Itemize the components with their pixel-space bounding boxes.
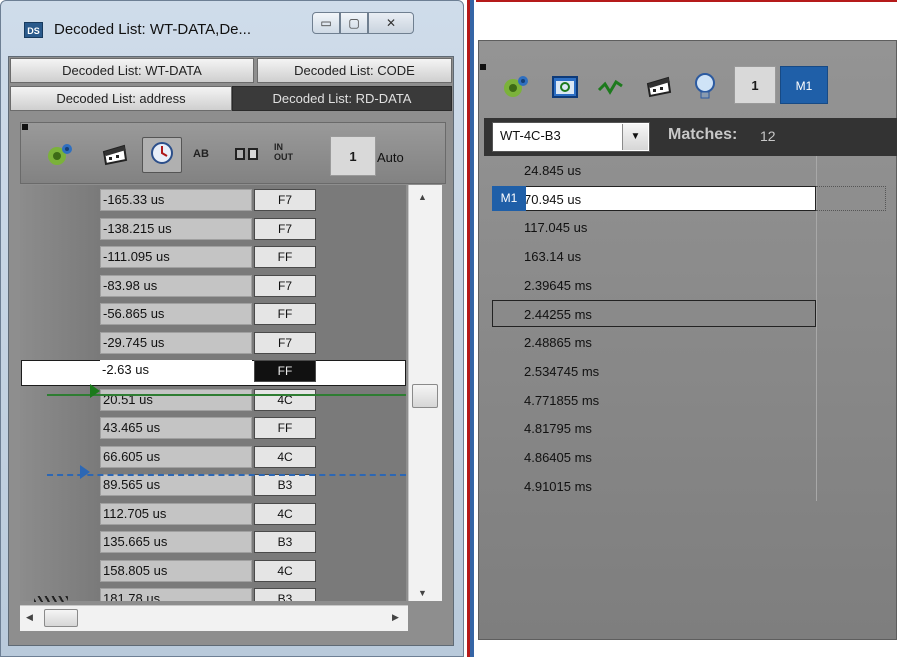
matches-label: Matches:	[668, 126, 738, 143]
row-time[interactable]: -111.095 us	[100, 246, 252, 268]
tab-rd-data[interactable]: Decoded List: RD-DATA	[232, 86, 452, 111]
row-value[interactable]: 4C	[254, 559, 316, 582]
row-time[interactable]: 66.605 us	[100, 445, 252, 468]
row-value[interactable]: FF	[254, 246, 316, 268]
waveform-icon[interactable]	[596, 72, 626, 102]
row-value[interactable]: B3	[254, 531, 316, 553]
cheese-icon[interactable]	[100, 140, 130, 170]
toolbar-grip-icon	[480, 64, 486, 70]
gear-icon[interactable]	[500, 72, 530, 102]
panel-divider-highlight	[470, 0, 474, 657]
vertical-scroll-thumb[interactable]	[412, 384, 438, 408]
horizontal-scrollbar[interactable]	[20, 605, 408, 631]
marker-m1-tag[interactable]: M1	[492, 186, 526, 211]
abcd-icon[interactable]: AB	[193, 148, 209, 160]
match-row[interactable]: 4.86405 ms	[484, 443, 818, 472]
marker-m1-button[interactable]: M1	[780, 66, 828, 104]
trigger-marker-icon[interactable]	[90, 384, 100, 398]
row-value[interactable]: 4C	[254, 445, 316, 468]
row-value[interactable]: B3	[254, 588, 316, 601]
row-time[interactable]: -165.33 us	[100, 189, 252, 211]
oscilloscope-icon[interactable]	[550, 72, 580, 102]
row-time[interactable]: -56.865 us	[100, 303, 252, 325]
marker-row-focus	[816, 186, 886, 211]
cheese-icon[interactable]	[644, 72, 674, 102]
maximize-button[interactable]: ▢	[340, 12, 368, 34]
row-value[interactable]: F7	[254, 274, 316, 297]
cursor-marker-icon[interactable]	[80, 465, 90, 479]
row-value[interactable]: F7	[254, 217, 316, 240]
row-time[interactable]: 135.665 us	[100, 531, 252, 553]
match-row[interactable]: 4.771855 ms	[484, 386, 818, 415]
row-value[interactable]: F7	[254, 189, 316, 211]
instance-count[interactable]: 1	[330, 136, 376, 176]
row-time[interactable]: 89.565 us	[100, 474, 252, 496]
match-row[interactable]: 4.81795 ms	[484, 414, 818, 443]
match-row[interactable]: 4.91015 ms	[484, 472, 818, 501]
row-value[interactable]: F7	[254, 331, 316, 354]
row-time[interactable]: -2.63 us	[100, 360, 252, 382]
close-button[interactable]: ✕	[368, 12, 414, 34]
scroll-up-icon[interactable]: ▲	[418, 192, 427, 202]
horizontal-scroll-thumb[interactable]	[44, 609, 78, 627]
auto-label[interactable]: Auto	[377, 150, 404, 165]
scroll-right-icon[interactable]: ▶	[392, 612, 399, 623]
compare-icon[interactable]	[232, 140, 262, 170]
search-pattern-value: WT-4C-B3	[500, 128, 561, 143]
row-time[interactable]: 158.805 us	[100, 559, 252, 582]
chevron-down-icon[interactable]: ▼	[622, 124, 648, 150]
window-title: Decoded List: WT-DATA,De...	[54, 21, 251, 38]
in-out-icon[interactable]: IN OUT	[274, 142, 302, 162]
row-time[interactable]: 181.78 us	[100, 588, 252, 601]
timing-icon[interactable]	[142, 137, 182, 173]
row-value[interactable]: 4C	[254, 388, 316, 411]
matches-count: 12	[760, 128, 776, 144]
row-time[interactable]: 112.705 us	[100, 502, 252, 525]
match-row[interactable]: 117.045 us	[484, 213, 818, 242]
row-time[interactable]: -83.98 us	[100, 274, 252, 297]
matches-list: 24.845 us 70.945 us 117.045 us 163.14 us 2.3…	[484, 156, 818, 626]
gear-icon[interactable]	[44, 140, 74, 170]
row-time[interactable]: 20.51 us	[100, 388, 252, 411]
tab-wt-data[interactable]: Decoded List: WT-DATA	[10, 58, 254, 83]
scroll-left-icon[interactable]: ◀	[26, 612, 33, 623]
match-row[interactable]: 2.534745 ms	[484, 357, 818, 386]
match-row[interactable]: 2.48865 ms	[484, 328, 818, 357]
match-row[interactable]: 163.14 us	[484, 242, 818, 271]
row-value[interactable]: FF	[254, 360, 316, 382]
cursor-marker-line	[47, 474, 406, 476]
match-row[interactable]: 2.44255 ms	[484, 300, 818, 329]
scroll-down-icon[interactable]: ▼	[418, 588, 427, 598]
tab-address[interactable]: Decoded List: address	[10, 86, 232, 111]
overflow-indicator-icon	[34, 596, 68, 602]
row-value[interactable]: 4C	[254, 502, 316, 525]
trigger-marker-line	[47, 394, 406, 396]
tab-code[interactable]: Decoded List: CODE	[257, 58, 452, 83]
lightbulb-icon[interactable]	[690, 70, 720, 100]
app-icon: DS	[24, 22, 43, 38]
row-value[interactable]: FF	[254, 303, 316, 325]
row-time[interactable]: -138.215 us	[100, 217, 252, 240]
match-row[interactable]: 2.39645 ms	[484, 271, 818, 300]
row-time[interactable]: 43.465 us	[100, 417, 252, 439]
row-time[interactable]: -29.745 us	[100, 331, 252, 354]
minimize-button[interactable]: ▭	[312, 12, 340, 34]
match-row[interactable]: 24.845 us	[484, 156, 818, 185]
toolbar-grip-icon	[22, 124, 28, 130]
row-value[interactable]: FF	[254, 417, 316, 439]
right-panel-top	[476, 0, 897, 12]
instance-count[interactable]: 1	[734, 66, 776, 104]
row-value[interactable]: B3	[254, 474, 316, 496]
match-row[interactable]: 70.945 us	[484, 185, 818, 214]
